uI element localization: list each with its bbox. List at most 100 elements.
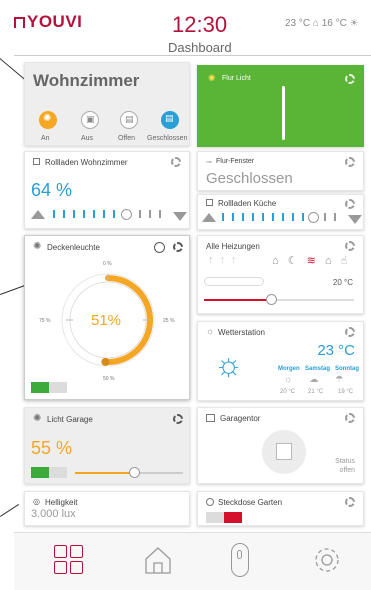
card-label: Garagentor (220, 414, 261, 423)
steckdose-card[interactable]: Steckdose Garten (197, 491, 364, 526)
dial-tick-label: 0 % (103, 261, 112, 267)
toggle-off-state (224, 512, 242, 523)
card-label: Rollladen Wohnzimmer (45, 158, 128, 167)
thermometer-outdoor-icon: ☀ (349, 18, 359, 29)
shutter-slider[interactable] (49, 209, 169, 220)
shutter-icon (33, 158, 40, 165)
forecast-day: Sonntag (335, 366, 359, 372)
shutter-up-button[interactable] (202, 213, 216, 222)
toggle-on-state (31, 467, 49, 478)
garagentor-card[interactable]: Garagentor Status offen (197, 407, 364, 484)
slider-knob[interactable] (129, 467, 141, 478)
card-label: Flur-Fenster (216, 158, 255, 165)
card-label: Helligkeit (45, 498, 78, 507)
brightness-bar[interactable] (282, 86, 285, 140)
home-logo-icon (14, 17, 25, 28)
shutter-open-icon: ▤ (125, 114, 134, 124)
wetterstation-card: ☼ Wetterstation ☼ 23 °C Morgen Samstag S… (197, 321, 364, 401)
bulb-icon: ✺ (208, 73, 216, 83)
shutter-up-button[interactable] (31, 210, 45, 219)
card-label: Steckdose Garten (218, 498, 283, 507)
power-toggle[interactable] (206, 512, 242, 523)
licht-garage-card[interactable]: ✺ Licht Garage 55 % (24, 407, 190, 484)
sun-large-icon: ☼ (214, 346, 244, 382)
dimmer-slider[interactable] (75, 467, 183, 478)
gear-icon[interactable] (171, 157, 181, 167)
gear-icon[interactable] (173, 242, 183, 252)
bottom-navigation (14, 532, 371, 590)
slider-knob[interactable] (308, 212, 319, 223)
device-control-icon[interactable] (231, 543, 249, 577)
shutter-down-button[interactable] (173, 212, 187, 221)
gear-icon[interactable] (345, 199, 355, 209)
dial-tick-label: 25 % (163, 318, 175, 324)
gear-icon[interactable] (345, 74, 355, 84)
forecast-temp: 21 °C (308, 389, 324, 395)
shutter-icon (206, 199, 213, 206)
brightness-value: 3.000 lux (31, 508, 76, 520)
bulb-icon: ✺ (33, 241, 42, 252)
clock: 12:30 (172, 12, 228, 37)
scene-label: Aus (81, 135, 94, 142)
power-toggle[interactable] (31, 467, 67, 478)
heating-slider-fill (204, 299, 270, 301)
shutter-down-button[interactable] (348, 215, 362, 224)
gear-icon[interactable] (345, 327, 355, 337)
power-toggle[interactable] (31, 382, 67, 393)
card-label: Flur Licht (222, 75, 251, 82)
weather-temp: 23 °C (317, 342, 355, 359)
forecast-day: Morgen (278, 366, 300, 372)
heating-input[interactable] (204, 277, 264, 286)
garage-door-icon (276, 443, 292, 460)
forecast-day: Samstag (305, 366, 331, 372)
forecast-temp: 20 °C (280, 389, 296, 395)
gear-icon[interactable] (345, 157, 355, 167)
heating-slider[interactable] (204, 294, 354, 305)
shutter-slider[interactable] (220, 212, 344, 223)
dimmer-value: 51% (91, 312, 122, 329)
scene-offen-button[interactable]: ▤ (120, 111, 138, 129)
heating-mode-icons[interactable]: ⌂ ☾ ≋ ⌂ ☝ (272, 254, 350, 267)
house-icon[interactable] (144, 545, 172, 575)
heizungen-card[interactable]: Alle Heizungen ↑↑↑ ⌂ ☾ ≋ ⌂ ☝ 20 °C (197, 235, 364, 314)
dial-tick-label: 75 % (39, 318, 51, 324)
gear-icon[interactable] (173, 414, 183, 424)
shutter-position: 64 % (31, 180, 73, 200)
callout-line (0, 504, 19, 517)
rollladen-kueche-card[interactable]: Rollladen Küche (197, 194, 364, 230)
scene-label: An (41, 135, 50, 142)
page-title: Dashboard (168, 40, 232, 55)
card-label: Alle Heizungen (206, 242, 260, 251)
forecast-icons: ☼☁☂ (284, 374, 361, 384)
card-label: Rollladen Küche (218, 199, 277, 208)
bulb-off-icon: ▣ (86, 114, 95, 124)
flur-fenster-card[interactable]: ⊸ Flur-Fenster Geschlossen (197, 151, 364, 191)
scene-aus-button[interactable]: ▣ (81, 111, 99, 129)
flur-licht-card[interactable]: ✺ Flur Licht (197, 65, 364, 147)
gear-icon[interactable] (345, 413, 355, 423)
room-card-wohnzimmer[interactable]: Wohnzimmer ✺ ▣ ▤ ▤ An Aus Offen Geschlos… (24, 62, 190, 146)
card-label: Wetterstation (218, 328, 265, 337)
slider-knob[interactable] (266, 294, 277, 305)
clock-icon[interactable] (154, 242, 165, 253)
scene-an-button[interactable]: ✺ (39, 111, 57, 129)
heat-arrows-icon: ↑↑↑ (208, 254, 243, 266)
scene-label: Geschlossen (147, 135, 188, 142)
slider-knob[interactable] (121, 209, 132, 220)
bulb-icon: ✺ (43, 113, 52, 124)
garage-status-value: offen (339, 467, 355, 474)
toggle-on-state (31, 382, 49, 393)
deckenleuchte-card[interactable]: ✺ Deckenleuchte 0 % 75 % 25 % 50 % 51% (24, 235, 190, 400)
dashboard-icon[interactable] (54, 545, 84, 575)
garage-door-button[interactable] (262, 430, 306, 474)
gear-icon[interactable] (345, 241, 355, 251)
forecast-temp: 19 °C (338, 389, 354, 395)
gear-icon[interactable] (345, 497, 355, 507)
settings-gear-icon[interactable] (312, 545, 342, 575)
rollladen-wohnzimmer-card[interactable]: Rollladen Wohnzimmer 64 % (24, 151, 190, 229)
callout-line (0, 284, 27, 295)
scene-label: Offen (118, 135, 135, 142)
dimmer-slider-fill (75, 472, 135, 474)
scene-geschlossen-button[interactable]: ▤ (161, 111, 179, 129)
bulb-icon: ✺ (33, 413, 42, 424)
